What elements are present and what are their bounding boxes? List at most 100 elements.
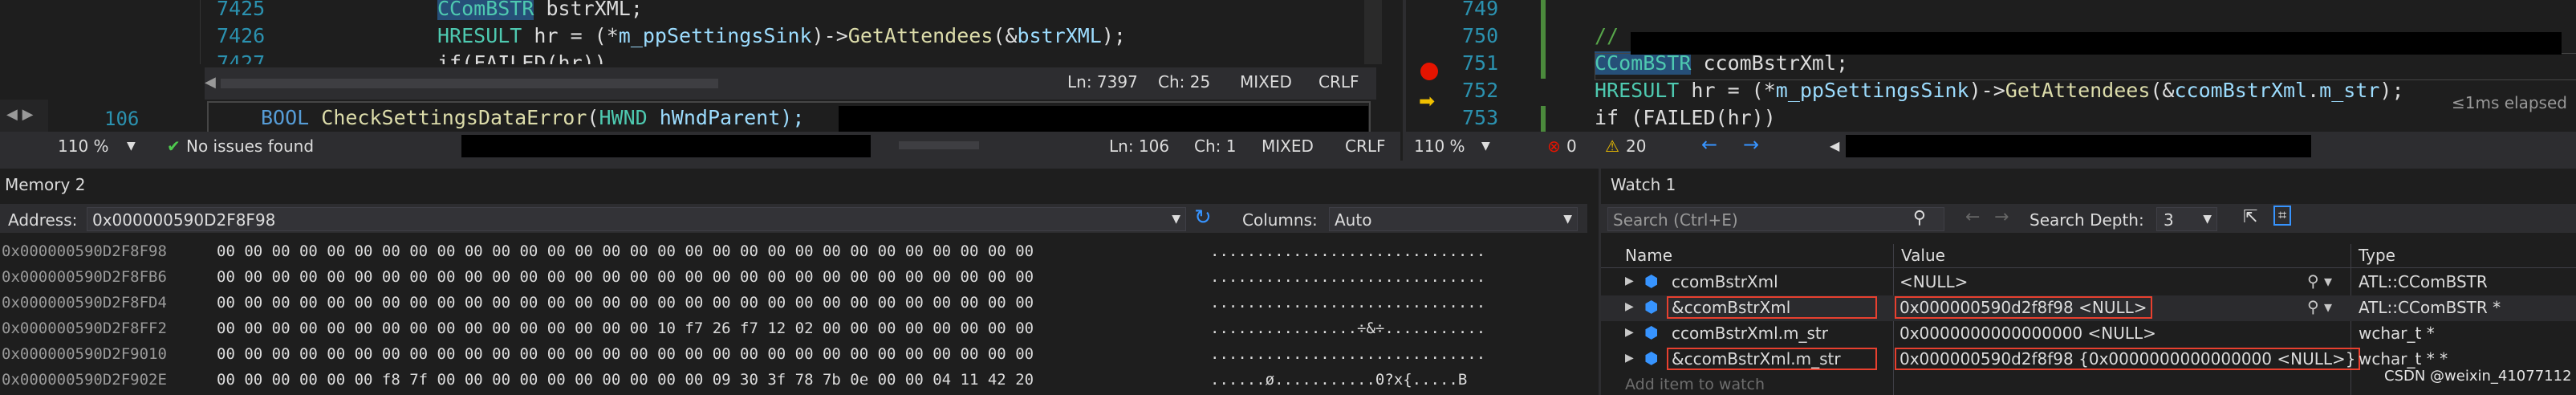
left-editor-vscroll[interactable]	[1364, 0, 1382, 64]
watch-name[interactable]: ccomBstrXml.m_str	[1672, 324, 1828, 343]
depth-dropdown-icon[interactable]: ▼	[2203, 213, 2212, 226]
splitter-arrows[interactable]: ◀ ▶	[0, 100, 48, 132]
line-highlight-box	[1595, 53, 2576, 80]
memory-row[interactable]: 0x000000590D2F8FB6 00 00 00 00 00 00 00 0…	[0, 267, 1587, 292]
memory-address: 0x000000590D2F9010	[2, 345, 167, 363]
search-forward-icon[interactable]: →	[1994, 207, 2009, 227]
memory-row[interactable]: 0x000000590D2F8F98 00 00 00 00 00 00 00 0…	[0, 241, 1587, 267]
memory-address: 0x000000590D2F902E	[2, 371, 167, 389]
watch-type: ATL::CComBSTR *	[2359, 298, 2501, 317]
pin-icon[interactable]: ⇱	[2243, 207, 2257, 227]
code-token: if(FAILED(hr))	[437, 51, 607, 64]
memory-ascii[interactable]: ..............................	[1210, 345, 1485, 363]
memory-row[interactable]: 0x000000590D2F9010 00 00 00 00 00 00 00 0…	[0, 344, 1587, 369]
left-bottom-status-bar: 110 % ▼ ✔ No issues found Ln: 106 Ch: 1 …	[0, 132, 1400, 161]
memory-hex[interactable]: 00 00 00 00 00 00 00 00 00 00 00 00 00 0…	[217, 320, 1034, 337]
watch-value[interactable]: 0x000000590d2f8f98 {0x0000000000000000 <…	[1895, 348, 2361, 370]
search-back-icon[interactable]: ←	[1965, 207, 1980, 227]
code-token: hWndParent);	[647, 106, 805, 129]
memory-hex[interactable]: 00 00 00 00 00 00 00 00 00 00 00 00 00 0…	[217, 268, 1034, 286]
watch-value[interactable]: 0x000000590d2f8f98 <NULL>	[1895, 296, 2152, 319]
error-count[interactable]: 0	[1566, 136, 1577, 156]
variable-cube-icon: ⬢	[1644, 323, 1659, 342]
zoom-dropdown-icon[interactable]: ▼	[1481, 140, 1490, 153]
issues-text[interactable]: No issues found	[186, 136, 314, 156]
watch-search-input[interactable]: Search (Ctrl+E) ⚲	[1607, 207, 1944, 231]
ln-indicator: Ln: 7397	[1067, 72, 1138, 92]
visualizer-lens-icon[interactable]: ⚲ ▾	[2307, 271, 2332, 291]
columns-select[interactable]: Auto ▼	[1329, 207, 1578, 231]
variable-cube-icon: ⬢	[1644, 297, 1659, 316]
mixed-indicator[interactable]: MIXED	[1240, 72, 1292, 92]
code-line: 7426 HRESULT hr = (*m_ppSettingsSink)->Ge…	[0, 24, 1126, 51]
memory-ascii[interactable]: ..............................	[1210, 268, 1485, 286]
watch-value[interactable]: 0x0000000000000000 <NULL>	[1899, 324, 2156, 343]
watch-row[interactable]: ▶ ⬢ &ccomBstrXml 0x000000590d2f8f98 <NULL> A…	[1601, 295, 2576, 321]
memory-hex[interactable]: 00 00 00 00 00 00 00 00 00 00 00 00 00 0…	[217, 345, 1034, 363]
code-token: if (FAILED(hr))	[1595, 106, 1776, 129]
columns-dropdown-icon[interactable]: ▼	[1563, 213, 1572, 226]
warning-count[interactable]: 20	[1626, 136, 1646, 156]
expand-arrow-icon[interactable]: ▶	[1625, 300, 1634, 313]
memory-hex[interactable]: 00 00 00 00 00 00 00 00 00 00 00 00 00 0…	[217, 294, 1034, 312]
memory-ascii[interactable]: ......ø...........0?x{.....B	[1210, 371, 1477, 389]
horizontal-scrollbar[interactable]	[221, 79, 718, 88]
header-name[interactable]: Name	[1625, 246, 1672, 265]
expand-arrow-icon[interactable]: ▶	[1625, 352, 1634, 364]
code-token: m_ppSettingsSink	[1775, 79, 1969, 102]
hex-display-icon[interactable]: ⌗	[2273, 206, 2292, 226]
variable-cube-icon: ⬢	[1644, 271, 1659, 291]
bottom-hscroll[interactable]	[899, 141, 979, 149]
memory-ascii[interactable]: ................÷&÷...........	[1210, 320, 1485, 337]
line-number: 752	[1462, 79, 1499, 102]
memory-ascii[interactable]: ..............................	[1210, 242, 1485, 260]
watch-window: Watch 1 Search (Ctrl+E) ⚲ ← → Search Dep…	[1599, 169, 2576, 395]
watch-header-row: Name Value Type	[1601, 244, 2576, 268]
scroll-left-icon[interactable]: ◀	[205, 74, 216, 91]
watch-name[interactable]: &ccomBstrXml	[1667, 296, 1877, 319]
code-token: HRESULT	[1595, 79, 1680, 102]
header-type[interactable]: Type	[2359, 246, 2395, 265]
address-label: Address:	[8, 210, 78, 230]
expand-arrow-icon[interactable]: ▶	[1625, 326, 1634, 339]
memory-hex[interactable]: 00 00 00 00 00 00 f8 7f 00 00 00 00 00 0…	[217, 371, 1034, 389]
left-editor-top-lines: 7425 CComBSTR bstrXML; 7426 HRESULT hr = (*…	[0, 0, 1156, 64]
memory-row[interactable]: 0x000000590D2F8FD4 00 00 00 00 00 00 00 0…	[0, 292, 1587, 318]
right-bottom-status-bar: 110 % ▼ ⊗ 0 ⚠ 20 ← → ◀	[1406, 132, 2576, 161]
header-value[interactable]: Value	[1901, 246, 1945, 265]
zoom-level[interactable]: 110 %	[58, 136, 109, 156]
memory-row[interactable]: 0x000000590D2F902E 00 00 00 00 00 00 f8 7…	[0, 369, 1587, 395]
add-watch-item[interactable]: Add item to watch	[1625, 376, 1765, 392]
watch-value[interactable]: <NULL>	[1899, 272, 1968, 291]
nav-forward-icon[interactable]: →	[1743, 133, 1759, 156]
code-token: (&	[2150, 79, 2175, 102]
refresh-icon[interactable]: ↻	[1194, 206, 1212, 230]
expand-arrow-icon[interactable]: ▶	[1625, 275, 1634, 287]
nav-back-icon[interactable]: ←	[1701, 133, 1717, 156]
mixed-indicator-bottom[interactable]: MIXED	[1262, 136, 1314, 156]
depth-select[interactable]: 3 ▼	[2156, 207, 2217, 231]
left-editor[interactable]: 7425 CComBSTR bstrXML; 7426 HRESULT hr = (*…	[0, 0, 1400, 161]
memory-rows[interactable]: 0x000000590D2F8F98 00 00 00 00 00 00 00 0…	[0, 241, 1587, 395]
watch-name[interactable]: ccomBstrXml	[1672, 272, 1778, 291]
watch-row[interactable]: ▶ ⬢ ccomBstrXml.m_str 0x0000000000000000 <N…	[1601, 321, 2576, 347]
line-number: 7427	[217, 51, 266, 64]
crlf-indicator[interactable]: CRLF	[1318, 72, 1359, 92]
breakpoint-icon[interactable]	[1420, 63, 1438, 80]
memory-ascii[interactable]: ..............................	[1210, 294, 1485, 312]
address-dropdown-icon[interactable]: ▼	[1172, 213, 1180, 226]
right-editor[interactable]: ➡ 749 750//751 CComBSTR ccomBstrXml; 752 HRE…	[1403, 0, 2576, 161]
line-number: 749	[1462, 0, 1499, 20]
visualizer-lens-icon[interactable]: ⚲ ▾	[2307, 297, 2332, 316]
zoom-dropdown-icon[interactable]: ▼	[127, 140, 136, 153]
watch-row[interactable]: ▶ ⬢ ccomBstrXml <NULL> ATL::CComBSTR ⚲ ▾	[1601, 270, 2576, 295]
address-input[interactable]: 0x000000590D2F8F98 ▼	[87, 207, 1186, 231]
memory-hex[interactable]: 00 00 00 00 00 00 00 00 00 00 00 00 00 0…	[217, 242, 1034, 260]
search-icon[interactable]: ⚲	[1913, 208, 1926, 228]
line-number: 750	[1462, 24, 1499, 47]
crlf-indicator-bottom[interactable]: CRLF	[1345, 136, 1386, 156]
memory-row[interactable]: 0x000000590D2F8FF2 00 00 00 00 00 00 00 0…	[0, 318, 1587, 344]
zoom-level-right[interactable]: 110 %	[1414, 136, 1465, 156]
watch-name[interactable]: &ccomBstrXml.m_str	[1667, 348, 1877, 370]
scroll-left-icon[interactable]: ◀	[1830, 138, 1839, 153]
